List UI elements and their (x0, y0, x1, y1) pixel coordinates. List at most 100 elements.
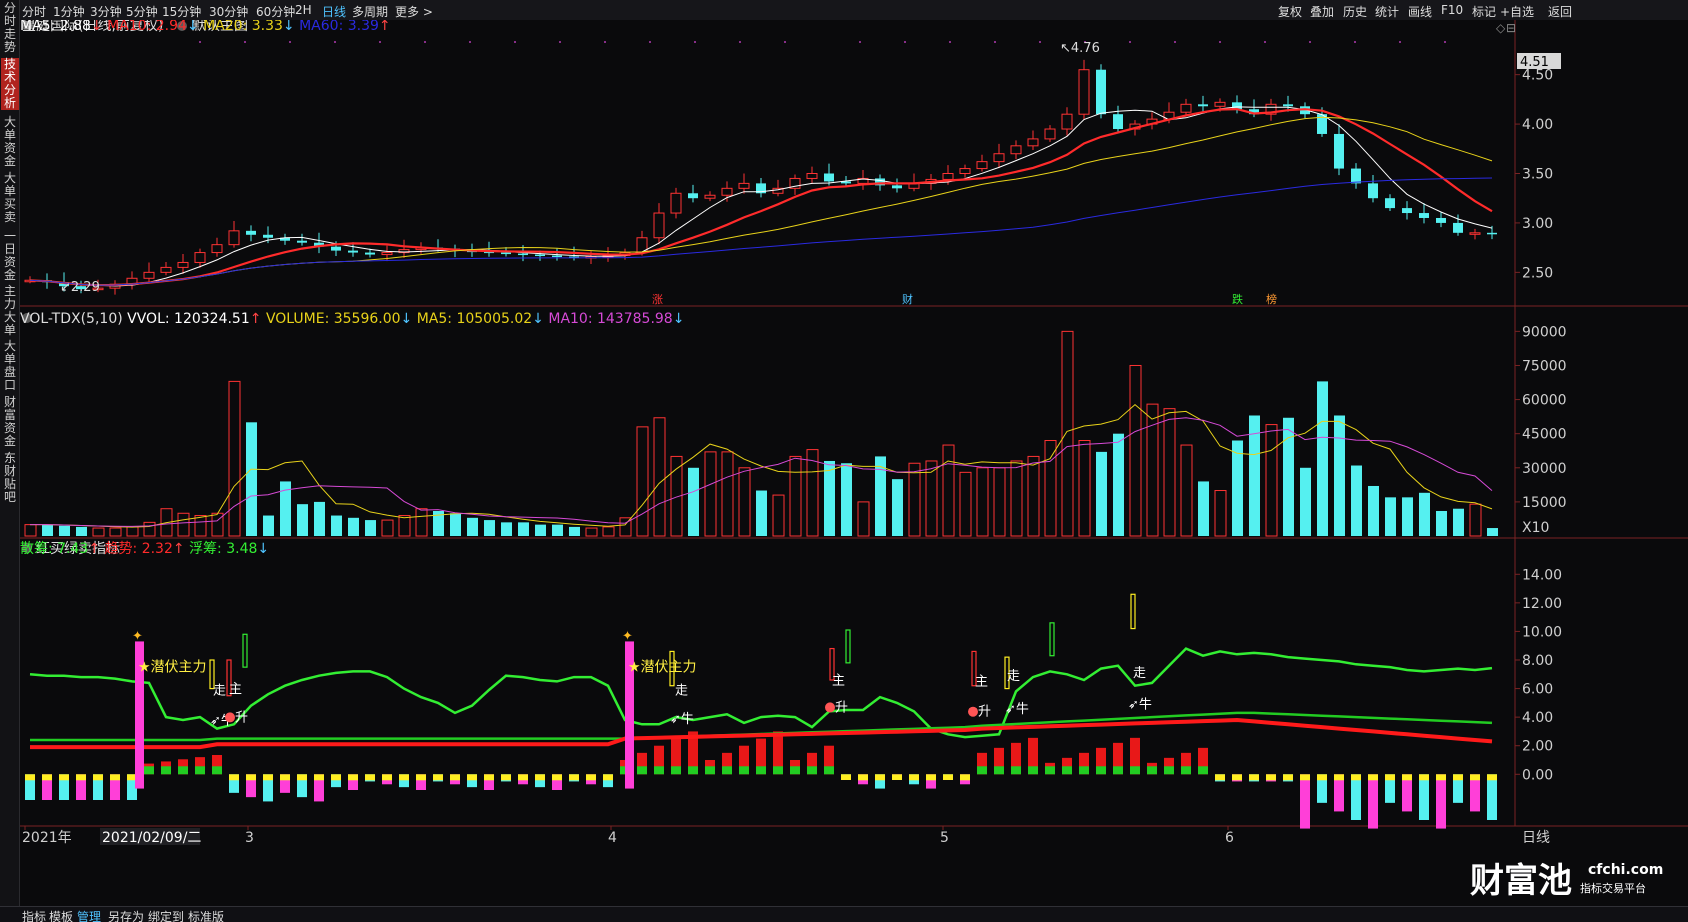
sidebar-tab[interactable]: 东财贴吧 (1, 452, 19, 504)
indicator-values: 散筹: 7.43↑ 趋势: 2.32↑ 浮筹: 3.48↓ (20, 540, 269, 557)
tool-button[interactable]: 叠加 (1310, 3, 1334, 20)
candle-body (535, 254, 545, 257)
marker-dot (469, 41, 471, 43)
tool-button[interactable]: 画线 (1408, 3, 1432, 20)
event-marker[interactable]: 榜 (1266, 292, 1277, 306)
tool-button[interactable]: 返回 (1548, 3, 1572, 20)
volume-tick-label: 75000 (1522, 358, 1567, 374)
indicator-bar-cap (1045, 766, 1055, 775)
indicator-tick-label: 14.00 (1522, 567, 1562, 583)
sidebar-tab[interactable]: 一日资金 (1, 230, 19, 282)
event-marker[interactable]: 涨 (652, 293, 663, 306)
period-tab[interactable]: 60分钟 (256, 3, 295, 20)
marker-dot (244, 41, 246, 43)
time-label: 6 (1225, 830, 1234, 846)
indicator-tick-label: 2.00 (1522, 739, 1553, 755)
period-tab[interactable]: 分时 (22, 3, 46, 20)
volume-values: VOL-TDX(5,10) VVOL: 120324.51↑ VOLUME: 3… (20, 311, 684, 327)
marker-dot (994, 41, 996, 43)
trend-arrow: ↓ (91, 20, 107, 34)
indicator-panel-header: 红买绿卖指标 散筹: 7.43↑ 趋势: 2.32↑ 浮筹: 3.48↓ (20, 540, 269, 557)
marker-dot (514, 41, 516, 43)
sidebar-tab[interactable]: 大单盘口 (1, 340, 19, 392)
period-tab[interactable]: 日线 (322, 3, 346, 20)
tool-button[interactable]: 统计 (1375, 3, 1399, 20)
indicator-bar-cap (314, 774, 324, 781)
marker-dot (379, 41, 381, 43)
sidebar-tab[interactable]: 主力大单 (1, 285, 19, 337)
volume-bar (688, 467, 699, 536)
candle-body (1334, 133, 1344, 169)
tool-button[interactable]: F10 (1441, 3, 1463, 17)
period-tab[interactable]: 3分钟 (90, 3, 122, 20)
bottom-tab[interactable]: 模板 (49, 908, 73, 922)
indicator-bar-cap (450, 774, 460, 781)
ma-values: MA5: 2.88↓ MA10: 2.94↓ MA20: 3.33↓ MA60:… (20, 20, 391, 34)
bottom-tab[interactable]: 指标 (22, 908, 46, 922)
candle-body (194, 252, 206, 263)
stock-chart[interactable]: 皇庭国际(日线,前复权) 默认主图 MA5: 2.88↓ MA10: 2.94↓… (20, 20, 1688, 906)
tool-button[interactable]: 历史 (1343, 3, 1367, 20)
indicator-bar-cap (1164, 766, 1174, 775)
period-tab[interactable]: 更多 > (395, 3, 433, 20)
up-signal-icon (968, 706, 978, 717)
bottom-tab[interactable]: 标准版 (188, 908, 224, 922)
volume-bar (1385, 497, 1396, 536)
period-tab[interactable]: 多周期 (352, 3, 388, 20)
expand-icon[interactable]: ⊟ (1506, 21, 1516, 35)
indicator-value: MA60: 3.39 (299, 20, 379, 34)
walk-label: 走 (1133, 666, 1146, 681)
period-tab[interactable]: 30分钟 (209, 3, 248, 20)
indicator-value: 趋势: 2.32 (105, 541, 173, 557)
marker-dot (949, 41, 951, 43)
bottom-tab[interactable]: 管理 (77, 908, 101, 922)
indicator-bar-cap (93, 774, 103, 781)
indicator-bar-cap (1351, 774, 1361, 781)
sidebar-tab[interactable]: 技术分析 (1, 58, 19, 110)
indicator-bar-cap (1198, 766, 1208, 775)
sidebar-tab[interactable]: 财富资金 (1, 396, 19, 448)
volume-bar (1402, 497, 1413, 536)
marker-dot (739, 41, 741, 43)
tool-button[interactable]: +自选 (1500, 3, 1534, 20)
candle-body (942, 173, 954, 180)
indicator-bar-cap (1181, 766, 1191, 775)
sidebar-tab[interactable]: 大单买卖 (1, 172, 19, 224)
bottom-tab[interactable]: 另存为 (108, 908, 144, 922)
indicator-value: VVOL: 120324.51 (127, 311, 250, 327)
indicator-value: VOLUME: 35596.00 (266, 311, 401, 327)
candle-body (688, 193, 698, 199)
indicator-bar-cap (671, 766, 681, 775)
sidebar-tab[interactable]: 分时走势 (1, 2, 19, 54)
marker-dot (1264, 41, 1266, 43)
volume-indicator-name: VOL-TDX(5,10) (20, 311, 127, 327)
tool-button[interactable]: 复权 (1278, 3, 1302, 20)
indicator-value: 散筹: 7.43 (20, 540, 88, 557)
bottom-tab[interactable]: 绑定到 (148, 908, 184, 922)
time-label: 3 (245, 830, 254, 846)
period-tab[interactable]: 15分钟 (162, 3, 201, 20)
volume-bar (1283, 417, 1294, 536)
current-price-label: 4.51 (1520, 55, 1549, 70)
tool-button[interactable]: 标记 (1472, 3, 1496, 20)
event-marker[interactable]: 跌 (1232, 292, 1243, 306)
candle-body (670, 192, 682, 214)
marker-dot (1399, 41, 1401, 43)
indicator-bar-cap (484, 774, 494, 781)
event-marker[interactable]: 财 (902, 292, 913, 306)
top-toolbar: 分时 1分钟 3分钟 5分钟 15分钟 30分钟 60分钟 2H 日线 多周期 更多 > 复权 叠加历… (20, 0, 1688, 20)
indicator-bar-cap (501, 774, 511, 781)
volume-bar (314, 501, 325, 536)
period-tab[interactable]: 1分钟 (53, 3, 85, 20)
signal-label: ★潜伏主力 (138, 659, 207, 675)
low-price-label: ↙2.29 (60, 280, 100, 295)
indicator-bar-cap (1470, 774, 1480, 781)
period-tab[interactable]: 2H (295, 3, 312, 17)
period-tab[interactable]: 5分钟 (126, 3, 158, 20)
volume-bar (1300, 467, 1311, 536)
period-label: 日线 (1522, 830, 1550, 846)
indicator-bar-cap (1419, 774, 1429, 781)
candle-body (993, 153, 1005, 163)
diamond-icon[interactable]: ◇ (1496, 21, 1506, 35)
sidebar-tab[interactable]: 大单资金 (1, 116, 19, 168)
